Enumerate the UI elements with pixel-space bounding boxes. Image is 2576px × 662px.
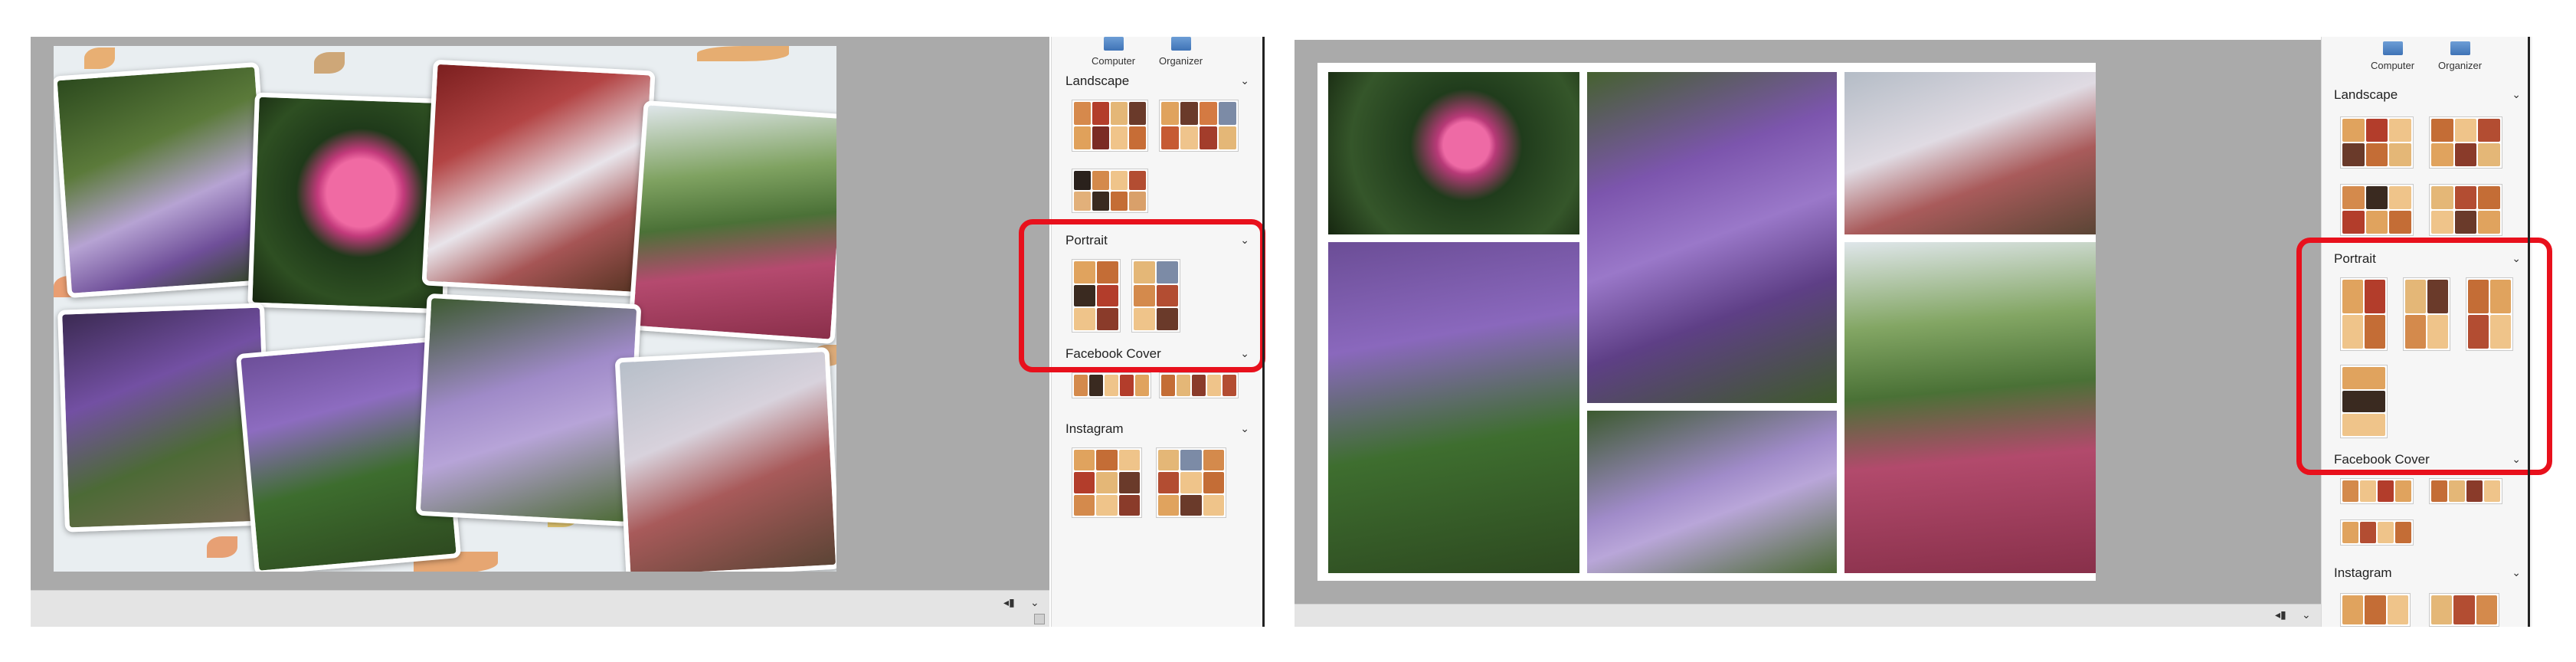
right-section-label: Landscape: [2334, 87, 2398, 102]
left-scroll-corner[interactable]: [1034, 614, 1045, 624]
right-organizer-button[interactable]: Organizer: [2438, 41, 2482, 71]
left-app-window: ◂▮ ⌄: [31, 37, 1049, 627]
organizer-icon: [1170, 37, 1191, 51]
chevron-down-icon[interactable]: ⌄: [1030, 597, 1039, 609]
right-portrait-highlight: [2296, 238, 2552, 475]
right-computer-button[interactable]: Computer: [2371, 41, 2414, 71]
right-organizer-label: Organizer: [2438, 60, 2483, 71]
left-photo-purple-lilac[interactable]: [57, 303, 272, 533]
right-tile-red-maple[interactable]: [1844, 242, 2096, 573]
left-photo-lilac[interactable]: [54, 61, 274, 299]
right-tile-camellia[interactable]: [1328, 72, 1579, 234]
right-template-facebook-1[interactable]: [2340, 478, 2414, 504]
chevron-down-icon[interactable]: ⌄: [2512, 89, 2521, 101]
right-computer-label: Computer: [2371, 60, 2415, 71]
left-template-landscape-3[interactable]: [1072, 169, 1148, 213]
right-section-landscape[interactable]: Landscape ⌄: [2334, 87, 2521, 103]
chevron-down-icon[interactable]: ⌄: [2302, 609, 2311, 621]
right-template-landscape-4[interactable]: [2429, 184, 2502, 236]
computer-icon: [1103, 37, 1124, 51]
chevron-down-icon[interactable]: ⌄: [1240, 75, 1249, 87]
left-template-facebook-1[interactable]: [1072, 372, 1151, 398]
left-photo-light-lilac[interactable]: [415, 293, 642, 527]
right-app-window: ◂▮ ⌄: [1295, 40, 2321, 627]
left-computer-label: Computer: [1092, 55, 1136, 67]
right-template-landscape-3[interactable]: [2340, 184, 2414, 236]
left-photo-red-tree[interactable]: [421, 59, 656, 297]
left-leaf-decoration: [314, 52, 345, 74]
right-collage-board[interactable]: [1317, 63, 2096, 581]
right-template-landscape-1[interactable]: [2340, 116, 2414, 169]
screenshot-divider: [1262, 37, 1265, 627]
left-photo-red-maple[interactable]: [627, 100, 836, 345]
left-computer-button[interactable]: Computer: [1092, 37, 1135, 67]
chevron-down-icon[interactable]: ⌄: [1240, 423, 1249, 435]
chevron-down-icon[interactable]: ⌄: [2512, 567, 2521, 579]
left-leaf-decoration: [697, 46, 789, 61]
left-template-landscape-2[interactable]: [1159, 100, 1239, 152]
left-leaf-decoration: [207, 536, 237, 558]
right-template-landscape-2[interactable]: [2429, 116, 2502, 169]
right-tile-purple-lilac-tall[interactable]: [1587, 72, 1837, 403]
left-template-instagram-2[interactable]: [1156, 447, 1226, 518]
left-template-facebook-2[interactable]: [1159, 372, 1239, 398]
organizer-icon: [2450, 41, 2470, 55]
right-section-label: Instagram: [2334, 565, 2392, 580]
left-photo-blossom-tree[interactable]: [614, 346, 836, 572]
left-section-label: Landscape: [1065, 74, 1130, 88]
left-status-bar: ◂▮ ⌄: [31, 590, 1049, 627]
left-collage-board[interactable]: [54, 46, 836, 572]
left-template-instagram-1[interactable]: [1072, 447, 1142, 518]
left-leaf-decoration: [84, 48, 115, 69]
left-organizer-button[interactable]: Organizer: [1159, 37, 1203, 67]
right-template-facebook-3[interactable]: [2340, 519, 2414, 546]
left-section-landscape[interactable]: Landscape ⌄: [1065, 74, 1249, 89]
right-section-instagram[interactable]: Instagram ⌄: [2334, 565, 2521, 581]
resize-grip-icon[interactable]: ◂▮: [2275, 609, 2286, 621]
right-tile-lilac-bush[interactable]: [1328, 242, 1579, 573]
right-tile-light-lilac[interactable]: [1587, 411, 1837, 573]
left-portrait-highlight: [1019, 219, 1265, 372]
right-window-edge: [2528, 37, 2530, 627]
left-section-label: Instagram: [1065, 421, 1124, 436]
right-status-bar: ◂▮ ⌄: [1295, 604, 2321, 627]
left-template-landscape-1[interactable]: [1072, 100, 1148, 152]
left-section-instagram[interactable]: Instagram ⌄: [1065, 421, 1249, 437]
resize-grip-icon[interactable]: ◂▮: [1003, 597, 1015, 609]
right-template-instagram-1[interactable]: [2340, 593, 2411, 627]
right-tile-blossom-tree[interactable]: [1844, 72, 2096, 234]
right-template-facebook-2[interactable]: [2429, 478, 2502, 504]
right-template-instagram-2[interactable]: [2429, 593, 2499, 627]
left-organizer-label: Organizer: [1159, 55, 1203, 67]
computer-icon: [2382, 41, 2403, 55]
